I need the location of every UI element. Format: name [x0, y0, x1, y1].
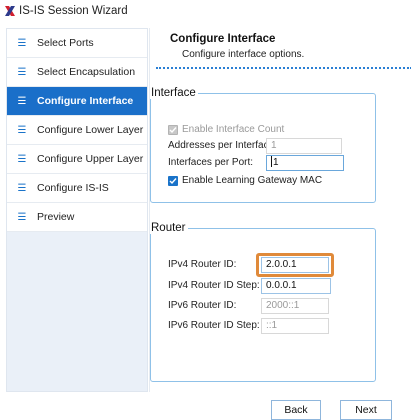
- router-group-legend: Router: [151, 222, 186, 234]
- title-bar: IS-IS Session Wizard: [0, 0, 411, 22]
- ipv4-router-id-step-row: IPv4 Router ID Step:: [168, 280, 260, 291]
- sidebar-item-label: Select Encapsulation: [37, 66, 136, 78]
- addresses-per-interface-label: Addresses per Interface:: [168, 140, 277, 151]
- addresses-per-interface-row: Addresses per Interface:: [168, 140, 277, 151]
- ipv6-router-id-step-input[interactable]: ::1: [261, 318, 329, 334]
- enable-learning-gateway-mac-row: Enable Learning Gateway MAC: [168, 175, 322, 186]
- ipv4-router-id-step-input[interactable]: 0.0.0.1: [261, 278, 331, 294]
- ipv4-router-id-row: IPv4 Router ID:: [168, 259, 236, 270]
- next-button[interactable]: Next: [340, 400, 392, 420]
- enable-learning-gateway-mac-checkbox[interactable]: [168, 175, 178, 186]
- sidebar-item-configure-upper-layer[interactable]: ☰ Configure Upper Layer: [7, 145, 147, 174]
- enable-learning-gateway-mac-label: Enable Learning Gateway MAC: [182, 175, 323, 186]
- sidebar-item-configure-interface[interactable]: ☰ Configure Interface: [7, 87, 147, 116]
- list-icon: ☰: [17, 182, 27, 194]
- wizard-steps-sidebar: ☰ Select Ports ☰ Select Encapsulation ☰ …: [6, 28, 148, 392]
- interface-group-legend: Interface: [151, 87, 196, 99]
- sidebar-item-select-ports[interactable]: ☰ Select Ports: [7, 29, 147, 58]
- ipv4-router-id-step-label: IPv4 Router ID Step:: [168, 280, 260, 291]
- ipv6-router-id-step-row: IPv6 Router ID Step:: [168, 320, 260, 331]
- list-icon: ☰: [17, 95, 27, 107]
- main-content: Configure Interface Configure interface …: [149, 28, 411, 392]
- list-icon: ☰: [17, 124, 27, 136]
- ipv6-router-id-label: IPv6 Router ID:: [168, 300, 237, 311]
- interfaces-per-port-input[interactable]: 1: [266, 155, 344, 171]
- page-title: Configure Interface: [170, 33, 276, 45]
- sidebar-item-configure-is-is[interactable]: ☰ Configure IS-IS: [7, 174, 147, 203]
- ipv6-router-id-input[interactable]: 2000::1: [261, 298, 329, 314]
- enable-interface-count-label: Enable Interface Count: [182, 124, 285, 135]
- x-logo-icon: [4, 5, 16, 17]
- sidebar-item-select-encapsulation[interactable]: ☰ Select Encapsulation: [7, 58, 147, 87]
- sidebar-item-label: Configure Lower Layer: [37, 124, 144, 136]
- text-caret: [271, 156, 272, 167]
- ipv4-router-id-label: IPv4 Router ID:: [168, 259, 237, 270]
- ipv6-router-id-step-label: IPv6 Router ID Step:: [168, 320, 260, 331]
- separator: [156, 67, 411, 69]
- sidebar-item-label: Preview: [37, 211, 75, 223]
- window-title: IS-IS Session Wizard: [19, 5, 128, 17]
- ipv4-router-id-input[interactable]: 2.0.0.1: [261, 257, 329, 273]
- sidebar-item-configure-lower-layer[interactable]: ☰ Configure Lower Layer: [7, 116, 147, 145]
- list-icon: ☰: [17, 37, 27, 49]
- list-icon: ☰: [17, 66, 27, 78]
- interfaces-per-port-value: 1: [273, 157, 279, 168]
- sidebar-item-label: Configure IS-IS: [37, 182, 109, 194]
- back-button[interactable]: Back: [271, 400, 321, 420]
- list-icon: ☰: [17, 211, 27, 223]
- enable-interface-count-checkbox[interactable]: [168, 124, 178, 135]
- sidebar-item-label: Configure Upper Layer: [37, 153, 144, 165]
- interfaces-per-port-label: Interfaces per Port:: [168, 157, 254, 168]
- sidebar-item-preview[interactable]: ☰ Preview: [7, 203, 147, 232]
- sidebar-item-label: Select Ports: [37, 37, 94, 49]
- enable-interface-count-row: Enable Interface Count: [168, 124, 284, 135]
- list-icon: ☰: [17, 153, 27, 165]
- ipv6-router-id-row: IPv6 Router ID:: [168, 300, 236, 311]
- addresses-per-interface-input[interactable]: 1: [266, 138, 342, 154]
- sidebar-item-label: Configure Interface: [37, 95, 134, 107]
- interfaces-per-port-row: Interfaces per Port:: [168, 157, 253, 168]
- page-subtitle: Configure interface options.: [182, 49, 305, 60]
